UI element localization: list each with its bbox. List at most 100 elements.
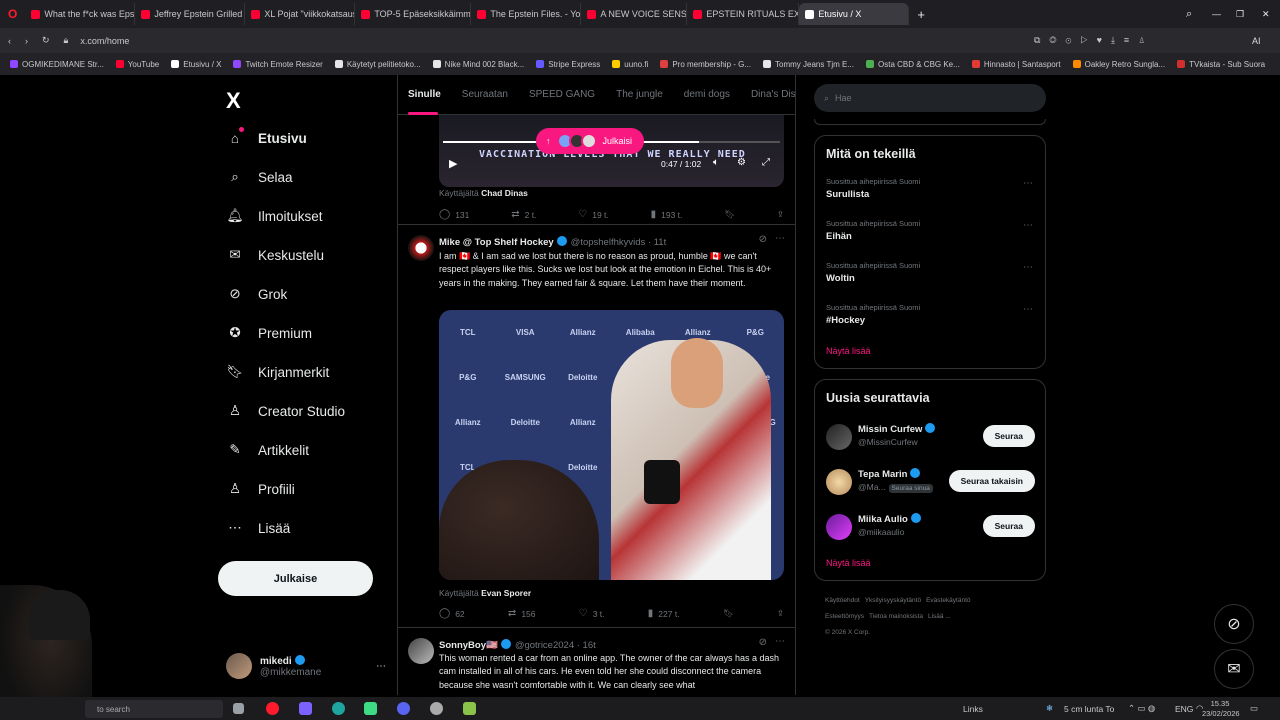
nav-item-profiili[interactable]: ♙ Profiili [226, 480, 295, 498]
more-icon[interactable]: ⋯ [775, 636, 785, 647]
suggested-name[interactable]: Tepa Marin [858, 468, 921, 480]
bookmark-icon[interactable]: 🔖︎ [724, 209, 735, 220]
bookmark-item[interactable]: Osta CBD & CBG Ke... [866, 60, 960, 69]
nav-item-ilmoitukset[interactable]: 🔔︎ Ilmoitukset [226, 207, 322, 225]
suggested-name[interactable]: Miika Aulio [858, 513, 921, 525]
clock[interactable]: 15.35 23/02/2026 [1202, 699, 1240, 719]
search-tabs-icon[interactable]: ⌕ [1186, 8, 1192, 21]
tab-seuraatan[interactable]: Seuraatan [462, 75, 519, 115]
follow-button[interactable]: Seuraa [982, 425, 1035, 447]
x-logo-icon[interactable]: X [226, 88, 241, 114]
bookmark-item[interactable]: Stripe Express [536, 60, 600, 69]
back-icon[interactable]: ‹ [8, 36, 11, 46]
bookmark-item[interactable]: OGMIKEDIMANE Str... [10, 60, 104, 69]
avatar[interactable] [408, 638, 434, 664]
new-posts-pill[interactable]: ↑ Julkaisi [536, 128, 645, 154]
footer-link[interactable]: Lisää ... [928, 613, 951, 620]
browser-tab[interactable]: A NEW VOICE SENSITIVE [581, 3, 688, 25]
attribution-name[interactable]: Evan Sporer [481, 588, 531, 598]
browser-tab[interactable]: XL Pojat "viikkokatsaus" 2 [245, 3, 356, 25]
new-tab-icon[interactable]: + [917, 7, 925, 22]
footer-link[interactable]: Tietoa mainoksista [869, 613, 923, 620]
tab-speed-gang[interactable]: SPEED GANG [529, 75, 606, 115]
share-icon[interactable]: ⇪ [777, 209, 784, 220]
video-thumbnail[interactable]: TCL VISA Allianz Alibaba Allianz P&G P&G SAMSU… [439, 310, 784, 580]
footer-link[interactable]: Esteettömyys [825, 613, 864, 620]
nav-item-selaa[interactable]: ⌕ Selaa [226, 168, 292, 186]
trends-show-more[interactable]: Näytä lisää [826, 346, 871, 356]
footer-link[interactable]: Käyttöehdot [825, 597, 860, 604]
more-icon[interactable]: ⋯ [1023, 304, 1033, 315]
app-icon[interactable] [463, 702, 476, 715]
bookmark-item[interactable]: Etusivu / X [171, 60, 221, 69]
nav-item-artikkelit[interactable]: ✎ Artikkelit [226, 441, 309, 459]
discord-icon[interactable] [397, 702, 410, 715]
app-icon[interactable] [299, 702, 312, 715]
tab-sinulle[interactable]: Sinulle [408, 75, 452, 115]
url-field[interactable]: x.com/home [80, 36, 129, 46]
like-button[interactable]: ♡ 19 t. [578, 209, 609, 220]
browser-tab[interactable]: EPSTEIN RITUALS EXPOSE [687, 3, 800, 25]
repost-button[interactable]: ⇄ 156 [508, 608, 536, 619]
notifications-icon[interactable]: ▭ [1250, 703, 1258, 714]
avatar[interactable] [826, 514, 852, 540]
footer-link[interactable]: Evästekäytäntö [926, 597, 970, 604]
attribution-name[interactable]: Chad Dinas [481, 188, 528, 198]
tweet-author[interactable]: SonnyBoy🇺🇸 @gotrice2024 · 16t [439, 639, 596, 651]
messages-icon[interactable]: ✉ [1214, 649, 1254, 689]
tab-dina-s-dist[interactable]: Dina's Dist [751, 75, 795, 115]
grok-icon[interactable]: ⊘ [1214, 604, 1254, 644]
opera-icon[interactable] [266, 702, 279, 715]
tab-the-jungle[interactable]: The jungle [616, 75, 674, 115]
app-icon[interactable] [430, 702, 443, 715]
bookmark-item[interactable]: Hinnasto | Santasport [971, 60, 1061, 69]
volume-icon[interactable]: 🔈︎ [713, 157, 719, 168]
more-icon[interactable]: ⋯ [1023, 178, 1033, 189]
nav-item-lisää[interactable]: ⋯ Lisää [226, 519, 290, 537]
browser-tab[interactable]: TOP-5 Epäseksikkäimmät [355, 3, 472, 25]
close-icon[interactable]: ✕ [1262, 9, 1270, 20]
repost-button[interactable]: ⇄ 2 t. [511, 209, 536, 220]
suggested-name[interactable]: Missin Curfew [858, 423, 936, 435]
bookmark-icon[interactable]: 🔖︎ [723, 608, 734, 619]
avatar[interactable] [408, 235, 434, 261]
search-input[interactable]: ⌕ Hae [814, 84, 1046, 112]
app-icon[interactable] [364, 702, 377, 715]
bookmark-item[interactable]: Pro membership - G... [660, 60, 751, 69]
views-button[interactable]: ▮ 227 t. [648, 608, 680, 619]
browser-tab[interactable]: What the f*ck was Epstein [25, 3, 136, 25]
grok-icon[interactable]: ⊘ [759, 234, 767, 245]
account-switcher[interactable]: mikedi @mikkemane ⋯ [226, 649, 386, 683]
settings-icon[interactable]: ⚙ [737, 157, 746, 168]
post-button[interactable]: Julkaise [218, 561, 373, 596]
aria-ai-icon[interactable]: AI [1252, 36, 1261, 46]
nav-item-keskustelu[interactable]: ✉ Keskustelu [226, 246, 324, 264]
share-icon[interactable]: ⇪ [777, 608, 784, 619]
like-button[interactable]: ♡ 3 t. [579, 608, 605, 619]
reload-icon[interactable]: ↻ [42, 35, 50, 46]
bookmark-item[interactable]: TVkaista - Sub Suora [1177, 60, 1265, 69]
bookmark-item[interactable]: Oakley Retro Sungla... [1072, 60, 1165, 69]
tab-demi-dogs[interactable]: demi dogs [684, 75, 741, 115]
bookmark-item[interactable]: YouTube [115, 60, 159, 69]
nav-item-kirjanmerkit[interactable]: 🔖︎ Kirjanmerkit [226, 363, 329, 381]
language[interactable]: ENG [1175, 704, 1193, 714]
bookmark-item[interactable]: Twitch Emote Resizer [233, 60, 323, 69]
fullscreen-icon[interactable]: ⤢ [762, 157, 770, 168]
forward-icon[interactable]: › [25, 36, 28, 46]
reply-button[interactable]: ◯ 131 [439, 209, 469, 220]
footer-link[interactable]: Yksityisyyskäytäntö [865, 597, 921, 604]
tray-icons[interactable]: ⌃ ▭ ◍ [1128, 703, 1155, 714]
bookmark-item[interactable]: Tommy Jeans Tjm E... [763, 60, 854, 69]
grok-icon[interactable]: ⊘ [759, 637, 767, 648]
bookmark-item[interactable]: Käytetyt pelitietoko... [334, 60, 421, 69]
more-icon[interactable]: ⋯ [376, 661, 386, 672]
links-label[interactable]: Links [963, 704, 983, 714]
follow-button[interactable]: Seuraa takaisin [948, 470, 1035, 492]
taskbar-search[interactable]: to search [85, 700, 223, 718]
minimize-icon[interactable]: — [1212, 9, 1221, 19]
bookmark-item[interactable]: Nike Mind 002 Black... [432, 60, 524, 69]
nav-item-creator-studio[interactable]: ♙ Creator Studio [226, 402, 345, 420]
edge-icon[interactable] [332, 702, 345, 715]
tweet-author[interactable]: Mike @ Top Shelf Hockey @topshelfhkyvids … [439, 236, 666, 248]
